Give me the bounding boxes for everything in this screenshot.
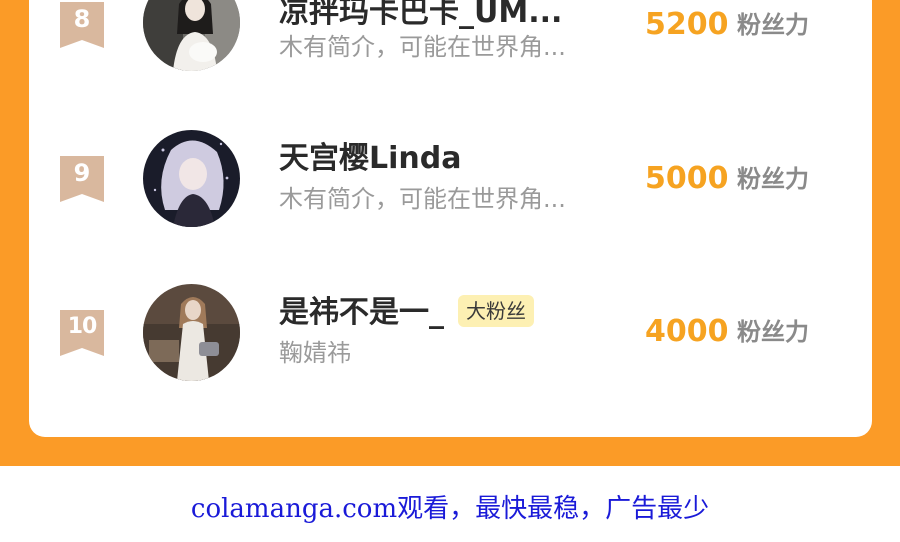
ranking-row[interactable]: 8 凉拌玛卡巴卡_UM... 木有简介，可能在世界角... 5200 粉丝力 xyxy=(29,0,872,74)
footer-watermark-text[interactable]: colamanga.com观看，最快最稳，广告最少 xyxy=(0,492,900,526)
avatar[interactable] xyxy=(143,284,240,381)
fan-score-unit: 粉丝力 xyxy=(737,318,809,346)
user-name[interactable]: 凉拌玛卡巴卡_UM... xyxy=(279,0,562,31)
avatar[interactable] xyxy=(143,130,240,227)
fan-score-unit: 粉丝力 xyxy=(737,11,809,39)
rank-ribbon: 10 xyxy=(60,310,104,356)
rank-ribbon: 9 xyxy=(60,156,104,202)
fan-score: 5200 xyxy=(645,7,729,42)
big-fan-badge: 大粉丝 xyxy=(458,294,534,327)
girl-in-white-dress-avatar xyxy=(143,284,240,381)
rank-number: 10 xyxy=(67,314,98,339)
user-name[interactable]: 天宫樱Linda xyxy=(279,141,461,177)
fan-score: 5000 xyxy=(645,161,729,196)
fan-score: 4000 xyxy=(645,314,729,349)
user-description: 鞠婧祎 xyxy=(279,339,351,367)
ranking-row[interactable]: 9 天宫樱Linda 木有简介，可能在世界角... 5000 粉丝力 xyxy=(29,128,872,228)
user-description: 木有简介，可能在世界角... xyxy=(279,33,566,61)
rank-ribbon: 8 xyxy=(60,2,104,48)
rank-number: 8 xyxy=(73,5,91,33)
rank-number: 9 xyxy=(73,159,91,187)
girl-with-puppy-avatar xyxy=(143,0,240,71)
ranking-card: 8 凉拌玛卡巴卡_UM... 木有简介，可能在世界角... 5200 粉丝力 9… xyxy=(29,0,872,437)
user-name-text: 是祎不是一_ xyxy=(279,295,444,330)
footer: colamanga.com观看，最快最稳，广告最少 xyxy=(0,466,900,542)
anime-girl-avatar xyxy=(143,130,240,227)
avatar[interactable] xyxy=(143,0,240,71)
user-name[interactable]: 是祎不是一_ 大粉丝 xyxy=(279,294,534,331)
ranking-row[interactable]: 10 是祎不是一_ 大粉丝 鞠婧祎 4000 粉丝力 xyxy=(29,282,872,382)
user-description: 木有简介，可能在世界角... xyxy=(279,185,566,213)
fan-score-unit: 粉丝力 xyxy=(737,165,809,193)
